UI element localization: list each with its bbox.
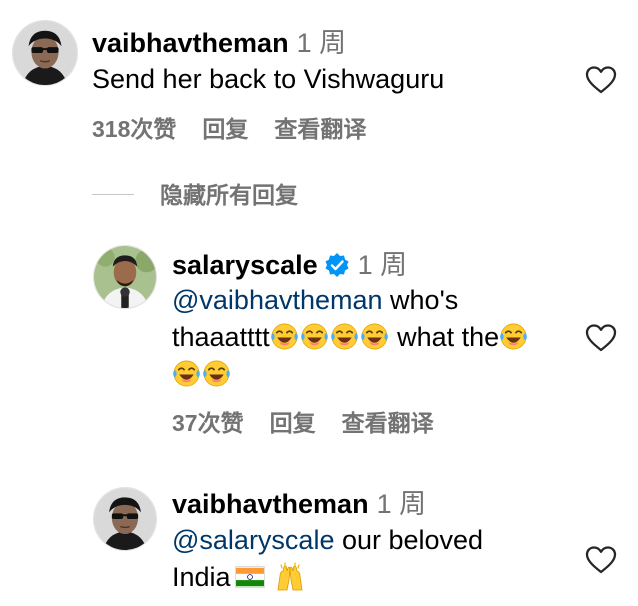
comment-text: @salaryscale our beloved India: [172, 522, 572, 596]
comment-text-part: who's: [382, 285, 459, 315]
comment-text: @vaibhavtheman who's thaaatttt what the: [172, 282, 572, 393]
divider-line: [92, 194, 134, 195]
comment-vaibhavtheman-1: vaibhavtheman 1 周 Send her back to Vishwa…: [0, 0, 638, 160]
timestamp[interactable]: 1 周: [377, 489, 427, 519]
comment-meta: 318次赞 回复 查看翻译: [92, 115, 392, 143]
avatar[interactable]: [93, 245, 157, 309]
comment-text-part: what the: [389, 322, 500, 352]
comment-meta: 37次赞 回复 查看翻译: [172, 409, 460, 437]
comment-text-part: our beloved: [334, 525, 484, 555]
comment-header: vaibhavtheman 1 周: [92, 27, 346, 59]
translate-button[interactable]: 查看翻译: [342, 410, 434, 436]
likes-count[interactable]: 318次赞: [92, 116, 176, 142]
face-with-tears-of-joy-icon: [360, 322, 389, 351]
comment-header: vaibhavtheman 1 周: [172, 488, 426, 520]
like-heart-icon[interactable]: [585, 545, 617, 575]
face-with-tears-of-joy-icon: [300, 322, 329, 351]
timestamp[interactable]: 1 周: [358, 250, 408, 280]
like-heart-icon[interactable]: [585, 65, 617, 95]
comment-text-content: Send her back to Vishwaguru: [92, 64, 445, 94]
mention-link[interactable]: @salaryscale: [172, 525, 334, 555]
avatar[interactable]: [12, 20, 78, 86]
reply-button[interactable]: 回复: [202, 116, 248, 142]
comment-text: Send her back to Vishwaguru: [92, 61, 444, 98]
verified-badge-icon: [324, 252, 350, 278]
india-flag-icon: [234, 566, 265, 588]
hide-replies-button[interactable]: 隐藏所有回复: [160, 180, 298, 210]
comment-text-part: thaaatttt: [172, 322, 270, 352]
username[interactable]: vaibhavtheman: [172, 489, 369, 519]
mention-link[interactable]: @vaibhavtheman: [172, 285, 383, 315]
face-with-tears-of-joy-icon: [172, 359, 201, 388]
comment-header: salaryscale 1 周: [172, 249, 407, 281]
face-with-tears-of-joy-icon: [270, 322, 299, 351]
raising-hands-icon: [275, 562, 305, 592]
username[interactable]: salaryscale: [172, 250, 318, 280]
avatar[interactable]: [93, 487, 157, 551]
face-with-tears-of-joy-icon: [330, 322, 359, 351]
avatar-image: [94, 488, 156, 550]
username[interactable]: vaibhavtheman: [92, 28, 289, 58]
timestamp[interactable]: 1 周: [297, 28, 347, 58]
avatar-image: [13, 21, 77, 85]
comment-vaibhavtheman-2: vaibhavtheman 1 周 @salaryscale our belove…: [0, 478, 638, 606]
face-with-tears-of-joy-icon: [202, 359, 231, 388]
comment-text-part: India: [172, 562, 231, 592]
translate-button[interactable]: 查看翻译: [274, 116, 366, 142]
comment-salaryscale: salaryscale 1 周 @vaibhavtheman who's thaa…: [0, 235, 638, 450]
reply-button[interactable]: 回复: [270, 410, 316, 436]
likes-count[interactable]: 37次赞: [172, 410, 244, 436]
face-with-tears-of-joy-icon: [499, 322, 528, 351]
like-heart-icon[interactable]: [585, 323, 617, 353]
avatar-image: [94, 246, 156, 308]
